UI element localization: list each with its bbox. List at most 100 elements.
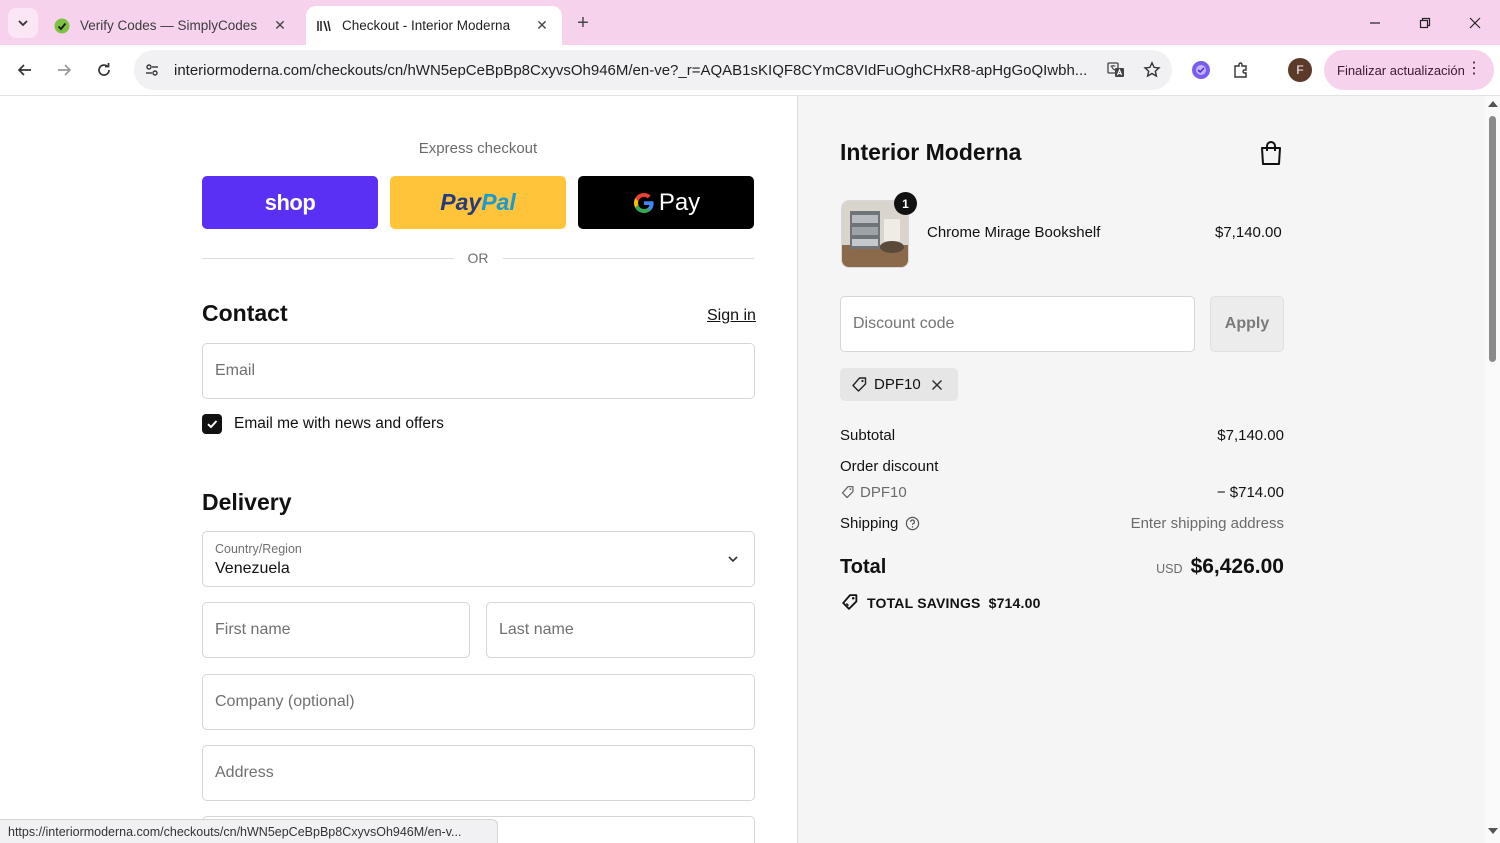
close-tab-icon[interactable]: ✕: [532, 16, 552, 36]
tab-simplycodes[interactable]: Verify Codes — SimplyCodes ✕: [44, 6, 300, 45]
discount-code-field[interactable]: [840, 296, 1195, 352]
tag-icon: [841, 486, 854, 499]
help-circle-icon[interactable]: [905, 516, 920, 531]
new-tab-button[interactable]: +: [570, 10, 596, 36]
update-chrome-button[interactable]: Finalizar actualización ⋮: [1324, 50, 1494, 90]
restore-icon: [1419, 17, 1431, 28]
remove-discount-icon[interactable]: [931, 379, 943, 391]
tab-search-button[interactable]: [8, 8, 38, 38]
product-name: Chrome Mirage Bookshelf: [927, 224, 1101, 241]
subtotal-row: Subtotal $7,140.00: [840, 427, 1284, 444]
or-label: OR: [467, 250, 489, 266]
google-pay-label: Pay: [658, 188, 701, 216]
shop-pay-button[interactable]: shop: [202, 176, 378, 229]
scroll-down-arrow-icon[interactable]: [1488, 828, 1498, 834]
discount-code-label: DPF10: [860, 484, 907, 501]
total-row: Total USD $6,426.00: [840, 555, 1284, 579]
checkout-form-pane: Express checkout shop PayPal Pay OR Cont…: [0, 96, 797, 843]
chevron-down-icon: [728, 556, 738, 563]
checkmark-icon: [207, 420, 218, 429]
paypal-button[interactable]: PayPal: [390, 176, 566, 229]
arrow-left-icon: [17, 64, 31, 76]
tab-title: Verify Codes — SimplyCodes: [80, 18, 258, 33]
shop-pay-label: shop: [264, 189, 316, 215]
close-icon: [1469, 17, 1481, 28]
country-value: Venezuela: [215, 560, 290, 577]
email-input[interactable]: [203, 344, 754, 398]
address-field[interactable]: [202, 745, 755, 801]
google-pay-button[interactable]: Pay: [578, 176, 754, 229]
last-name-field[interactable]: [486, 602, 755, 658]
translate-icon[interactable]: [1100, 54, 1132, 86]
subtotal-label: Subtotal: [840, 427, 896, 444]
last-name-input[interactable]: [487, 603, 754, 657]
tag-icon: [842, 594, 858, 610]
shopping-bag-icon[interactable]: [1258, 139, 1284, 167]
update-label: Finalizar actualización: [1337, 62, 1465, 78]
page-scrollbar[interactable]: [1485, 96, 1500, 843]
reload-icon: [98, 63, 110, 76]
order-discount-row: Order discount: [840, 458, 1284, 475]
total-currency: USD: [1156, 562, 1183, 576]
or-divider: OR: [202, 248, 754, 268]
first-name-input[interactable]: [203, 603, 469, 657]
apply-discount-button[interactable]: Apply: [1210, 296, 1284, 352]
newsletter-checkbox-row[interactable]: Email me with news and offers: [202, 414, 444, 434]
browser-toolbar: interiormoderna.com/checkouts/cn/hWN5epC…: [0, 45, 1500, 95]
quantity-badge: 1: [894, 192, 917, 215]
extensions-puzzle-icon[interactable]: [1225, 54, 1257, 86]
minimize-button[interactable]: [1350, 0, 1400, 45]
shipping-value: Enter shipping address: [1130, 515, 1284, 532]
paypal-logo: PayPal: [440, 189, 516, 215]
scroll-up-arrow-icon[interactable]: [1488, 101, 1498, 107]
first-name-field[interactable]: [202, 602, 470, 658]
discount-code-input[interactable]: [841, 297, 1194, 351]
simplycodes-favicon-icon: [54, 18, 70, 34]
close-window-button[interactable]: [1450, 0, 1500, 45]
scroll-thumb[interactable]: [1489, 116, 1496, 362]
profile-avatar[interactable]: F: [1288, 58, 1312, 82]
discount-value: − $714.00: [1216, 484, 1284, 501]
shipping-row: Shipping Enter shipping address: [840, 515, 1284, 532]
total-savings-label: TOTAL SAVINGS: [867, 594, 981, 611]
address-input[interactable]: [203, 746, 754, 800]
extension-simplycodes-icon[interactable]: [1185, 54, 1217, 86]
url-text: interiormoderna.com/checkouts/cn/hWN5epC…: [174, 61, 1088, 79]
forward-button[interactable]: [48, 54, 80, 86]
tab-strip: Verify Codes — SimplyCodes ✕ Checkout - …: [0, 0, 1500, 45]
sign-in-link[interactable]: Sign in: [707, 307, 756, 325]
reload-button[interactable]: [88, 54, 120, 86]
store-name: Interior Moderna: [840, 139, 1022, 165]
express-checkout-label: Express checkout: [418, 140, 538, 157]
discount-detail-row: DPF10 − $714.00: [840, 484, 1284, 504]
company-field[interactable]: [202, 674, 755, 730]
newsletter-label: Email me with news and offers: [234, 415, 444, 432]
restore-button[interactable]: [1400, 0, 1450, 45]
arrow-right-icon: [58, 64, 72, 76]
interior-moderna-favicon-icon: [316, 18, 332, 34]
applied-discount-chip: DPF10: [840, 368, 958, 401]
newsletter-checkbox[interactable]: [202, 414, 222, 434]
order-discount-label: Order discount: [840, 458, 939, 475]
more-menu-icon[interactable]: ⋮: [1466, 61, 1482, 77]
contact-heading: Contact: [202, 300, 288, 326]
google-g-icon: [633, 192, 654, 213]
bookmark-star-icon[interactable]: [1136, 54, 1168, 86]
site-info-icon[interactable]: [136, 54, 168, 86]
subtotal-value: $7,140.00: [1217, 427, 1284, 444]
tab-title: Checkout - Interior Moderna: [342, 18, 511, 33]
tab-checkout[interactable]: Checkout - Interior Moderna ✕: [306, 6, 562, 45]
address-bar[interactable]: interiormoderna.com/checkouts/cn/hWN5epC…: [134, 50, 1172, 90]
product-price: $7,140.00: [1215, 224, 1282, 241]
country-label: Country/Region: [215, 542, 302, 556]
back-button[interactable]: [9, 54, 41, 86]
chevron-down-icon: [18, 20, 28, 27]
total-savings-row: TOTAL SAVINGS $714.00: [840, 593, 1041, 612]
email-field[interactable]: [202, 343, 755, 399]
applied-discount-code: DPF10: [874, 376, 921, 393]
tag-icon: [852, 376, 867, 392]
company-input[interactable]: [203, 675, 754, 729]
minimize-icon: [1370, 21, 1380, 24]
country-select[interactable]: Country/Region Venezuela: [202, 531, 755, 587]
close-tab-icon[interactable]: ✕: [270, 16, 290, 36]
